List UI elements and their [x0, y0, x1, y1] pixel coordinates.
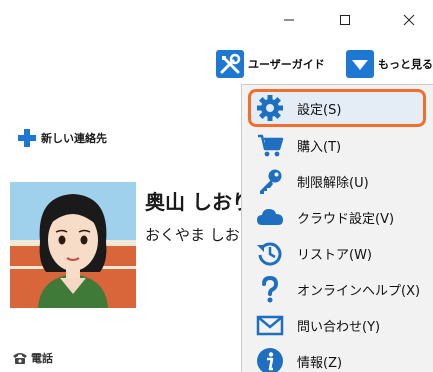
user-guide-label: ユーザーガイド — [248, 58, 325, 71]
menu-item-online-help[interactable]: オンラインヘルプ(X) — [242, 271, 433, 307]
new-contact-label: 新しい連絡先 — [41, 132, 107, 145]
question-icon — [262, 275, 279, 303]
user-guide-link[interactable]: ユーザーガイド — [216, 49, 325, 79]
maximize-button[interactable] — [322, 0, 368, 40]
menu-item-settings[interactable]: 設定(S) — [248, 89, 426, 127]
menu-item-purchase[interactable]: 購入(T) — [242, 127, 433, 163]
more-label: もっと見る — [378, 58, 433, 71]
avatar — [10, 182, 136, 308]
close-icon — [403, 14, 415, 26]
more-link[interactable]: もっと見る — [346, 49, 433, 79]
contact-name: 奥山 しおり — [145, 190, 252, 214]
maximize-icon — [340, 15, 350, 25]
menu-item-label: 問い合わせ(Y) — [297, 319, 381, 335]
phone-label-text: 電話 — [31, 352, 53, 365]
menu-item-label: リストア(W) — [297, 247, 372, 263]
restore-icon — [257, 242, 282, 266]
close-button[interactable] — [386, 0, 432, 40]
phone-label: 電話 — [12, 350, 53, 366]
menu-item-cloud-settings[interactable]: クラウド設定(V) — [242, 199, 433, 235]
menu-item-unlock[interactable]: 制限解除(U) — [242, 163, 433, 199]
mail-icon — [256, 315, 284, 336]
title-bar — [0, 0, 433, 40]
minimize-button[interactable] — [266, 0, 312, 40]
info-icon — [257, 348, 283, 372]
menu-item-label: 設定(S) — [297, 102, 342, 118]
menu-item-label: クラウド設定(V) — [297, 211, 395, 227]
menu-item-info[interactable]: 情報(Z) — [242, 343, 433, 372]
dropdown-menu: 設定(S) 購入(T) 制限解除(U) クラウド設定(V) リストア(W) オン… — [241, 84, 433, 372]
minimize-icon — [284, 19, 294, 21]
tools-icon — [216, 50, 244, 78]
menu-item-label: 制限解除(U) — [297, 175, 369, 191]
contact-reading: おくやま しおり — [145, 226, 255, 244]
plus-icon — [18, 129, 36, 147]
menu-item-label: 情報(Z) — [297, 355, 343, 371]
chevron-down-icon — [346, 50, 374, 78]
key-icon — [260, 169, 282, 194]
cart-icon — [258, 133, 284, 157]
cloud-icon — [257, 209, 283, 225]
gear-icon — [257, 95, 283, 121]
menu-item-restore[interactable]: リストア(W) — [242, 235, 433, 271]
menu-item-contact-us[interactable]: 問い合わせ(Y) — [242, 307, 433, 343]
menu-item-label: 購入(T) — [297, 139, 342, 155]
new-contact-button[interactable]: 新しい連絡先 — [17, 128, 107, 148]
phone-icon — [13, 353, 27, 364]
menu-item-label: オンラインヘルプ(X) — [297, 283, 421, 299]
